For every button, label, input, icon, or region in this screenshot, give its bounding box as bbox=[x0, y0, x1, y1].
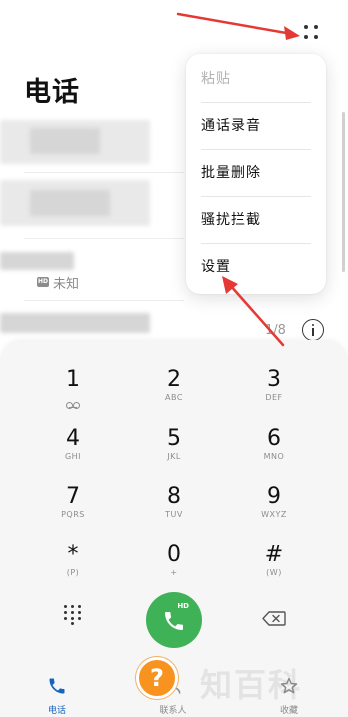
tab-favorites[interactable]: 收藏 bbox=[259, 676, 319, 716]
blurred-name bbox=[30, 190, 110, 216]
divider bbox=[24, 172, 184, 173]
dial-key-digit: 5 bbox=[167, 426, 181, 451]
overflow-menu: 粘贴 通话录音 批量删除 骚扰拦截 设置 bbox=[186, 54, 326, 294]
dial-key-letters: + bbox=[170, 568, 178, 577]
tab-phone[interactable]: 电话 bbox=[27, 676, 87, 716]
tab-label: 收藏 bbox=[279, 706, 298, 716]
menu-item-paste[interactable]: 粘贴 bbox=[201, 56, 311, 102]
phone-icon bbox=[49, 678, 65, 694]
dial-key-4[interactable]: 4 GHI bbox=[38, 426, 108, 476]
caller-unknown-label: 未知 bbox=[53, 277, 80, 292]
dial-key-digit: 9 bbox=[267, 484, 281, 509]
call-log-entry-blurred[interactable] bbox=[0, 313, 150, 333]
dial-key-letters: ABC bbox=[165, 393, 183, 402]
dialpad-toggle-icon[interactable] bbox=[64, 605, 81, 625]
help-mark: ? bbox=[150, 664, 164, 692]
blurred-name bbox=[30, 128, 100, 154]
dial-key-digit: 1 bbox=[66, 367, 80, 392]
dial-key-6[interactable]: 6 MNO bbox=[239, 426, 309, 476]
dial-key-digit: # bbox=[264, 542, 284, 567]
menu-item-batch-delete[interactable]: 批量删除 bbox=[201, 150, 311, 196]
dial-key-digit: 6 bbox=[267, 426, 281, 451]
annotation-arrowhead bbox=[284, 26, 300, 40]
dial-key-7[interactable]: 7 PQRS bbox=[38, 484, 108, 534]
dial-key-digit: * bbox=[67, 542, 79, 567]
dial-key-0[interactable]: 0 + bbox=[139, 542, 209, 592]
dial-key-digit: 4 bbox=[66, 426, 80, 451]
menu-item-harassment-block[interactable]: 骚扰拦截 bbox=[201, 197, 311, 243]
favorites-icon bbox=[280, 677, 298, 694]
divider bbox=[24, 238, 184, 239]
phone-icon bbox=[165, 612, 183, 630]
dial-key-letters: TUV bbox=[165, 510, 183, 519]
call-count-label: 1/8 bbox=[265, 323, 286, 338]
dial-key-letters: (W) bbox=[266, 568, 282, 577]
page-title: 电话 bbox=[24, 77, 80, 108]
annotation-arrow-line bbox=[176, 12, 294, 36]
call-log-entry-blurred[interactable] bbox=[0, 252, 74, 270]
dial-key-letters: JKL bbox=[167, 452, 181, 461]
hd-tag: HD bbox=[37, 277, 49, 287]
more-options-icon[interactable] bbox=[303, 24, 321, 42]
call-button[interactable]: HD bbox=[146, 592, 202, 648]
voicemail-icon bbox=[66, 402, 80, 409]
info-icon[interactable] bbox=[302, 319, 324, 341]
help-badge: ? bbox=[136, 657, 178, 699]
dial-key-digit: 3 bbox=[267, 367, 281, 392]
dial-key-3[interactable]: 3 DEF bbox=[239, 367, 309, 417]
dial-key-letters: WXYZ bbox=[261, 510, 287, 519]
dial-key-2[interactable]: 2 ABC bbox=[139, 367, 209, 417]
tab-label: 联系人 bbox=[159, 706, 187, 716]
menu-item-call-recording[interactable]: 通话录音 bbox=[201, 103, 311, 149]
dial-key-star[interactable]: * (P) bbox=[38, 542, 108, 592]
dial-key-digit: 8 bbox=[167, 484, 181, 509]
dial-key-letters: PQRS bbox=[61, 510, 85, 519]
dial-key-9[interactable]: 9 WXYZ bbox=[239, 484, 309, 534]
dial-key-letters: GHI bbox=[64, 452, 82, 461]
dial-key-hash[interactable]: # (W) bbox=[239, 542, 309, 592]
dial-key-1[interactable]: 1 bbox=[38, 367, 108, 417]
dial-key-8[interactable]: 8 TUV bbox=[139, 484, 209, 534]
scrollbar[interactable] bbox=[342, 112, 345, 272]
backspace-icon[interactable] bbox=[262, 611, 286, 626]
dial-key-digit: 7 bbox=[66, 484, 80, 509]
tab-label: 电话 bbox=[47, 706, 66, 716]
divider bbox=[24, 300, 184, 301]
dial-key-letters: DEF bbox=[265, 393, 283, 402]
dial-key-letters: MNO bbox=[263, 452, 285, 461]
dial-key-digit: 0 bbox=[167, 542, 181, 567]
dial-key-digit: 2 bbox=[167, 367, 181, 392]
menu-item-settings[interactable]: 设置 bbox=[201, 244, 311, 290]
dial-key-letters: (P) bbox=[66, 568, 80, 577]
dial-key-5[interactable]: 5 JKL bbox=[139, 426, 209, 476]
